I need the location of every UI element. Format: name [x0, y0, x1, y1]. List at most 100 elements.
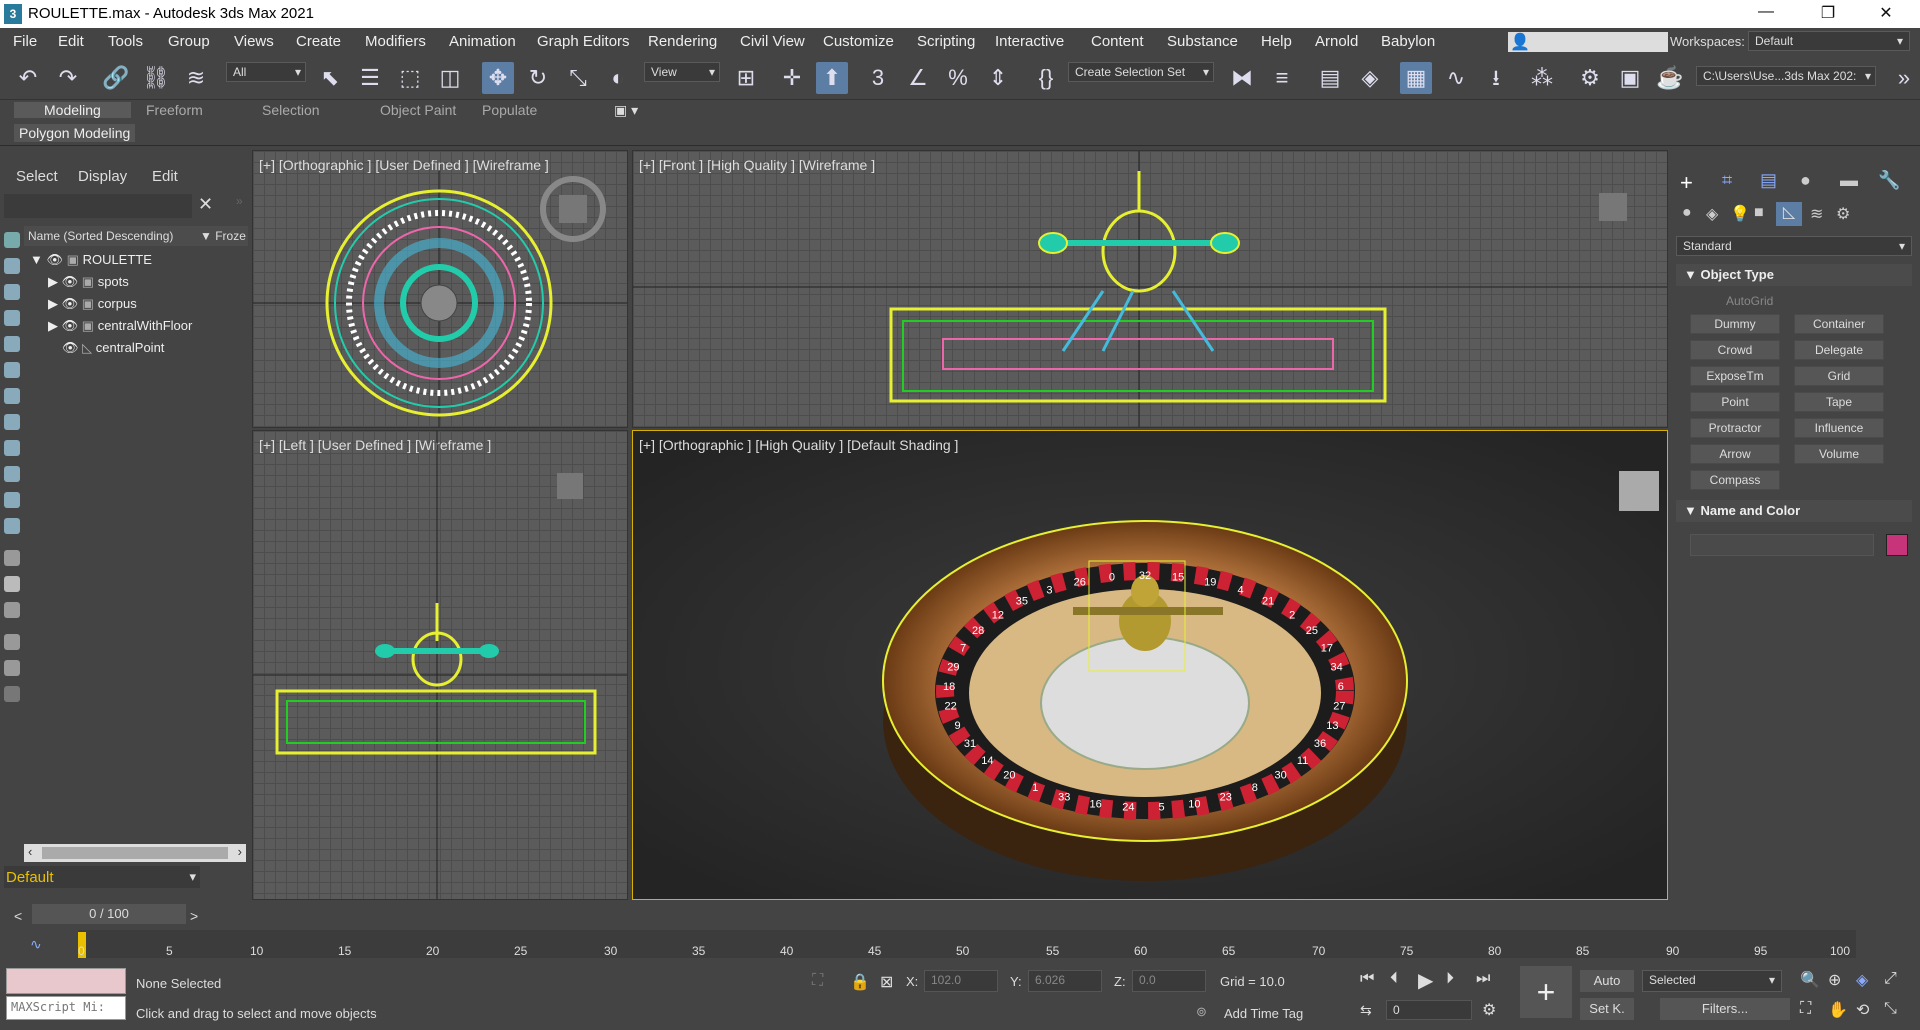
display-containers-icon[interactable]: [4, 466, 20, 482]
autogrid-checkbox[interactable]: AutoGrid: [1726, 294, 1773, 308]
display-groups-icon[interactable]: [4, 388, 20, 404]
menu-arnold[interactable]: Arnold: [1315, 33, 1358, 50]
key-mode-toggle-icon[interactable]: ⇆: [1360, 1002, 1372, 1019]
close-button[interactable]: ✕: [1866, 3, 1906, 25]
shapes-icon[interactable]: ◈: [1706, 204, 1718, 224]
menu-customize[interactable]: Customize: [823, 33, 894, 50]
play-icon[interactable]: ▶: [1418, 968, 1433, 993]
menu-civil-view[interactable]: Civil View: [740, 33, 805, 50]
visibility-icon[interactable]: 👁: [62, 340, 79, 355]
time-config-icon[interactable]: ⚙: [1482, 1000, 1496, 1020]
schematic-view-icon[interactable]: ⭳: [1480, 62, 1512, 94]
align-icon[interactable]: ≡: [1266, 62, 1298, 94]
orbit-icon[interactable]: ⟲: [1856, 1000, 1869, 1020]
menu-modifiers[interactable]: Modifiers: [365, 33, 426, 50]
zoom-extents-all-icon[interactable]: ⤢: [1884, 970, 1897, 988]
select-place-icon[interactable]: ◐: [602, 62, 634, 94]
maxscript-mini-listener[interactable]: MAXScript Mi:: [6, 996, 126, 1020]
go-to-end-icon[interactable]: ⏭: [1476, 970, 1490, 988]
absolute-mode-icon[interactable]: ⊠: [880, 972, 893, 992]
select-rotate-icon[interactable]: ↻: [522, 62, 554, 94]
display-shapes-icon[interactable]: [4, 258, 20, 274]
minimize-button[interactable]: —: [1746, 3, 1786, 25]
column-name-header[interactable]: Name (Sorted Descending): [28, 229, 173, 243]
menu-help[interactable]: Help: [1261, 33, 1292, 50]
selection-lock-icon[interactable]: 🔒: [850, 972, 870, 992]
layer-toggle-icon[interactable]: [4, 686, 20, 702]
scrollbar-thumb[interactable]: [42, 847, 228, 859]
display-cameras-icon[interactable]: [4, 310, 20, 326]
column-frozen-header[interactable]: ▼ Froze: [200, 229, 246, 243]
menu-interactive[interactable]: Interactive: [995, 33, 1064, 50]
crowd-button[interactable]: Crowd: [1690, 340, 1780, 360]
select-object-icon[interactable]: ⬉: [314, 62, 346, 94]
rectangular-selection-icon[interactable]: ⬚: [394, 62, 426, 94]
next-frame-icon[interactable]: ⏵: [1446, 970, 1454, 988]
viewport-top-right[interactable]: [+] [Front ] [High Quality ] [Wireframe …: [632, 150, 1668, 428]
compass-button[interactable]: Compass: [1690, 470, 1780, 490]
menu-edit[interactable]: Edit: [58, 33, 84, 50]
object-color-swatch[interactable]: [1886, 534, 1908, 556]
display-lights-icon[interactable]: [4, 284, 20, 300]
chevron-left-icon[interactable]: ‹: [28, 844, 32, 859]
tab-freeform[interactable]: Freeform: [146, 102, 203, 118]
restore-button[interactable]: ❐: [1808, 3, 1848, 25]
maximize-viewport-icon[interactable]: ⤡: [1884, 1000, 1897, 1018]
exposetm-button[interactable]: ExposeTm: [1690, 366, 1780, 386]
previous-frame-icon[interactable]: ⏴: [1390, 970, 1398, 988]
influence-button[interactable]: Influence: [1794, 418, 1884, 438]
keyboard-shortcut-override-icon[interactable]: ⬆: [816, 62, 848, 94]
toolbar-overflow-icon[interactable]: »: [1888, 62, 1920, 94]
tab-modeling[interactable]: Modeling: [14, 102, 131, 118]
container-button[interactable]: Container: [1794, 314, 1884, 334]
named-selection-dropdown[interactable]: Create Selection Set ▾: [1068, 62, 1214, 82]
track-bar[interactable]: 0 5 10 15 20 25 30 35 40 45 50 55 60 65 …: [78, 930, 1856, 958]
modify-tab-icon[interactable]: ⌗: [1722, 170, 1732, 191]
menu-graph-editors[interactable]: Graph Editors: [537, 33, 630, 50]
zoom-extents-icon[interactable]: ◈: [1856, 970, 1868, 990]
explorer-tab-display[interactable]: Display: [78, 168, 127, 185]
mirror-icon[interactable]: ⧓: [1226, 62, 1258, 94]
spinner-snap-icon[interactable]: ⇕: [982, 62, 1014, 94]
ribbon-toggle-icon[interactable]: ▦: [1400, 62, 1432, 94]
dummy-button[interactable]: Dummy: [1690, 314, 1780, 334]
set-key-button[interactable]: Set K.: [1580, 998, 1634, 1020]
tab-populate[interactable]: Populate: [482, 102, 537, 118]
set-key-big-button[interactable]: +: [1520, 966, 1572, 1018]
x-coordinate-field[interactable]: 102.0: [924, 970, 998, 992]
z-coordinate-field[interactable]: 0.0: [1132, 970, 1206, 992]
time-slider[interactable]: 0 / 100: [32, 904, 186, 924]
create-tab-icon[interactable]: +: [1680, 170, 1693, 196]
render-production-icon[interactable]: ☕: [1654, 62, 1686, 94]
render-setup-icon[interactable]: ⚙: [1574, 62, 1606, 94]
visibility-icon[interactable]: 👁: [62, 318, 79, 333]
invert-display-icon[interactable]: [4, 602, 20, 618]
viewport-top-left[interactable]: [+] [Orthographic ] [User Defined ] [Wir…: [252, 150, 628, 428]
category-dropdown[interactable]: Standard ▾: [1676, 236, 1912, 256]
menu-rendering[interactable]: Rendering: [648, 33, 717, 50]
menu-group[interactable]: Group: [168, 33, 210, 50]
tape-button[interactable]: Tape: [1794, 392, 1884, 412]
layer-dropdown[interactable]: Default ▾: [4, 866, 200, 888]
protractor-button[interactable]: Protractor: [1690, 418, 1780, 438]
list-item[interactable]: ▼ 👁 ▣ ROULETTE: [30, 252, 152, 268]
layer-explorer-icon[interactable]: ◈: [1354, 62, 1386, 94]
list-item[interactable]: ▶ 👁 ▣ spots: [48, 274, 129, 290]
ribbon-options-icon[interactable]: ▣ ▾: [614, 102, 638, 119]
tab-object-paint[interactable]: Object Paint: [380, 102, 456, 118]
explorer-search-input[interactable]: [4, 194, 192, 218]
object-type-rollout[interactable]: ▼ Object Type: [1676, 264, 1912, 286]
chevron-left-icon[interactable]: <: [14, 908, 22, 924]
volume-button[interactable]: Volume: [1794, 444, 1884, 464]
spacewarps-icon[interactable]: ≋: [1810, 204, 1823, 224]
motion-tab-icon[interactable]: ●: [1800, 170, 1811, 191]
angle-snap-icon[interactable]: ∠: [902, 62, 934, 94]
menu-babylon[interactable]: Babylon: [1381, 33, 1435, 50]
display-spacewarps-icon[interactable]: [4, 362, 20, 378]
filters-button[interactable]: Filters...: [1660, 998, 1790, 1020]
material-editor-icon[interactable]: ⁂: [1526, 62, 1558, 94]
collapse-icon[interactable]: ▼: [30, 252, 43, 267]
chevron-right-icon[interactable]: >: [190, 908, 198, 924]
select-by-name-icon[interactable]: ☰: [354, 62, 386, 94]
pivot-center-icon[interactable]: ⊞: [730, 62, 762, 94]
